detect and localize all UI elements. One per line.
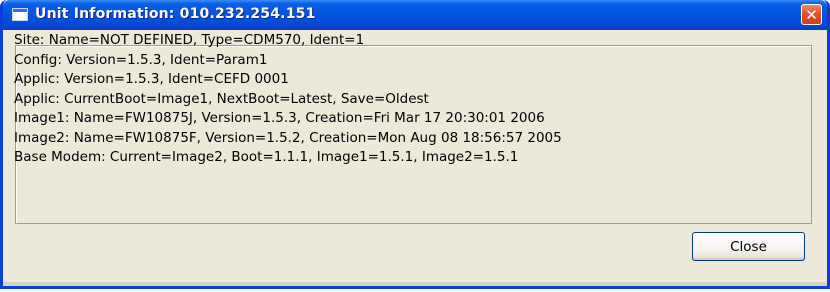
title-bar[interactable]: Unit Information: 010.232.254.151 ✕ <box>3 0 827 30</box>
info-line-image1: Image1: Name=FW10875J, Version=1.5.3, Cr… <box>14 110 545 126</box>
info-line-base-modem: Base Modem: Current=Image2, Boot=1.1.1, … <box>14 149 519 165</box>
window-bottom-edge <box>3 282 827 286</box>
window-icon <box>12 8 28 21</box>
info-line-applic-version: Applic: Version=1.5.3, Ident=CEFD 0001 <box>14 71 289 87</box>
info-line-applic-boot: Applic: CurrentBoot=Image1, NextBoot=Lat… <box>14 90 429 107</box>
unit-information-window: Unit Information: 010.232.254.151 ✕ Site… <box>0 0 830 289</box>
info-line-config: Config: Version=1.5.3, Ident=Param1 <box>14 51 268 68</box>
close-button[interactable]: Close <box>692 232 805 261</box>
info-line-image2: Image2: Name=FW10875F, Version=1.5.2, Cr… <box>14 129 562 146</box>
close-icon[interactable]: ✕ <box>801 4 822 25</box>
unit-info-list: Site: Name=NOT DEFINED, Type=CDM570, Ide… <box>14 31 562 168</box>
info-line-site: Site: Name=NOT DEFINED, Type=CDM570, Ide… <box>14 32 365 48</box>
window-title: Unit Information: 010.232.254.151 <box>35 6 316 22</box>
